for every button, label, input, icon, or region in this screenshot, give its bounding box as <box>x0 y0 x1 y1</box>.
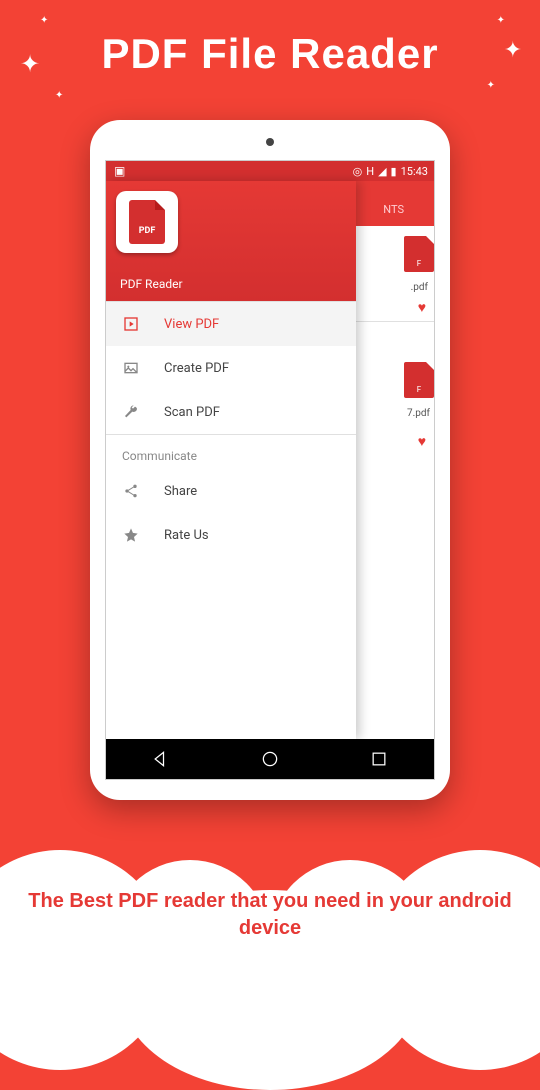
home-button[interactable] <box>260 749 280 769</box>
drawer-item-rate-us[interactable]: Rate Us <box>106 513 356 557</box>
drawer-item-label: View PDF <box>164 317 219 332</box>
heart-icon[interactable]: ♥ <box>418 299 426 316</box>
heart-icon[interactable]: ♥ <box>418 433 426 450</box>
navigation-drawer: PDF PDF Reader View PDF Create PDF <box>106 181 356 739</box>
drawer-item-label: Create PDF <box>164 361 229 376</box>
star-icon <box>122 527 140 543</box>
sparkle-icon: ✦ <box>504 38 522 63</box>
drawer-section-label: Communicate <box>106 435 356 469</box>
wrench-icon <box>122 404 140 420</box>
drawer-item-share[interactable]: Share <box>106 469 356 513</box>
android-nav-bar <box>106 739 434 779</box>
pdf-file-icon: F <box>404 362 434 398</box>
battery-icon: ▮ <box>391 165 397 178</box>
tab-partial[interactable]: NTS <box>383 203 404 216</box>
pdf-icon: PDF <box>129 200 165 244</box>
promo-subtitle: The Best PDF reader that you need in you… <box>0 888 540 942</box>
back-button[interactable] <box>151 749 171 769</box>
sparkle-icon: ✦ <box>487 80 495 91</box>
drawer-title: PDF Reader <box>120 277 183 291</box>
notification-icon: ▣ <box>114 164 125 178</box>
image-icon <box>122 360 140 376</box>
sparkle-icon: ✦ <box>497 15 505 26</box>
signal-label: H <box>366 165 374 178</box>
tablet-camera <box>266 138 274 146</box>
recent-apps-button[interactable] <box>369 749 389 769</box>
app-logo: PDF <box>116 191 178 253</box>
file-name: 7.pdf <box>407 408 430 419</box>
file-name: .pdf <box>411 282 428 293</box>
tablet-frame: ▣ ◎ H ◢ ▮ 15:43 NTS F .pdf ♥ F 7.pdf ♥ <box>90 120 450 800</box>
drawer-item-create-pdf[interactable]: Create PDF <box>106 346 356 390</box>
device-screen: ▣ ◎ H ◢ ▮ 15:43 NTS F .pdf ♥ F 7.pdf ♥ <box>105 160 435 780</box>
share-icon <box>122 483 140 499</box>
drawer-header: PDF PDF Reader <box>106 181 356 301</box>
drawer-item-view-pdf[interactable]: View PDF <box>106 302 356 346</box>
drawer-item-label: Share <box>164 484 197 499</box>
pdf-file-icon: F <box>404 236 434 272</box>
status-bar: ▣ ◎ H ◢ ▮ 15:43 <box>106 161 434 181</box>
clock: 15:43 <box>401 165 428 178</box>
play-icon <box>122 316 140 332</box>
promo-title: PDF File Reader <box>0 0 540 78</box>
sparkle-icon: ✦ <box>55 90 63 101</box>
drawer-item-label: Scan PDF <box>164 405 220 420</box>
cast-icon: ◎ <box>353 165 363 178</box>
sparkle-icon: ✦ <box>40 15 48 26</box>
drawer-item-scan-pdf[interactable]: Scan PDF <box>106 390 356 434</box>
sparkle-icon: ✦ <box>20 50 40 78</box>
drawer-item-label: Rate Us <box>164 528 209 543</box>
signal-icon: ◢ <box>378 165 386 178</box>
